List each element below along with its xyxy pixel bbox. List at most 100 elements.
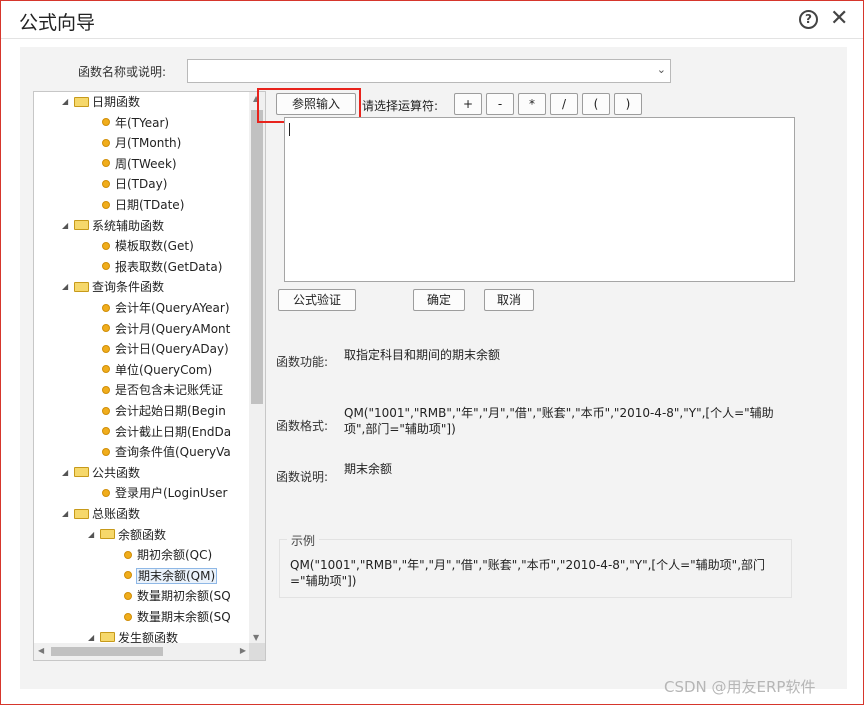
- function-tree: ◢ 日期函数 年(TYear) 月(TMonth) 周(TWeek) 日(TDay) 日期(…: [33, 91, 266, 661]
- tree-leaf[interactable]: 模板取数(Get): [102, 236, 194, 256]
- scroll-right-icon[interactable]: ▶: [240, 646, 246, 655]
- op-rparen-button[interactable]: ): [614, 93, 642, 115]
- dialog-body: 函数名称或说明: ⌄ ◢ 日期函数 年(TYear) 月(TMonth) 周(TWeek…: [20, 47, 847, 689]
- tree-folder[interactable]: ◢ 总账函数: [62, 504, 140, 524]
- tree-leaf[interactable]: 登录用户(LoginUser: [102, 483, 227, 503]
- function-purpose-value: 取指定科目和期间的期末余额: [344, 348, 501, 362]
- expand-triangle-icon[interactable]: ◢: [62, 277, 74, 297]
- tree-leaf[interactable]: 会计截止日期(EndDa: [102, 422, 231, 442]
- tree-leaf[interactable]: 期末余额(QM): [124, 566, 218, 586]
- tree-item-label: 期初余额(QC): [137, 548, 213, 563]
- tree-item-label: 日(TDay): [115, 177, 168, 192]
- example-text: QM("1001","RMB","年","月","借","账套","本币","2…: [290, 558, 766, 588]
- search-label: 函数名称或说明:: [78, 65, 167, 79]
- tree-leaf[interactable]: 会计起始日期(Begin: [102, 401, 226, 421]
- close-icon[interactable]: ✕: [830, 6, 848, 32]
- function-dot-icon: [102, 344, 110, 353]
- tree-item-label: 总账函数: [92, 507, 141, 521]
- verify-formula-button[interactable]: 公式验证: [278, 289, 356, 311]
- expand-triangle-icon[interactable]: ◢: [62, 216, 74, 236]
- tree-folder[interactable]: ◢ 系统辅助函数: [62, 216, 164, 236]
- tree-leaf[interactable]: 报表取数(GetData): [102, 257, 222, 277]
- operator-label: 请选择运算符:: [362, 99, 439, 113]
- op-divide-button[interactable]: /: [550, 93, 578, 115]
- watermark: CSDN @用友ERP软件: [664, 678, 816, 696]
- tree-leaf[interactable]: 日期(TDate): [102, 195, 184, 215]
- function-search-select[interactable]: ⌄: [187, 59, 671, 83]
- function-dot-icon: [102, 427, 110, 436]
- tree-item-label: 报表取数(GetData): [115, 259, 223, 274]
- tree-leaf[interactable]: 月(TMonth): [102, 133, 181, 153]
- scrollbar-corner: [249, 643, 265, 660]
- tree-item-label: 会计月(QueryAMont: [115, 321, 231, 336]
- expand-triangle-icon[interactable]: ◢: [88, 525, 100, 545]
- function-format-value: QM("1001","RMB","年","月","借","账套","本币","2…: [344, 406, 774, 436]
- tree-leaf[interactable]: 期初余额(QC): [124, 545, 212, 565]
- function-dot-icon: [124, 571, 132, 580]
- tree-leaf[interactable]: 会计年(QueryAYear): [102, 298, 230, 318]
- folder-icon: [100, 632, 115, 643]
- function-dot-icon: [124, 591, 132, 600]
- tree-leaf[interactable]: 数量期末余额(SQ: [124, 607, 231, 627]
- function-dot-icon: [102, 138, 110, 147]
- scroll-thumb[interactable]: [251, 110, 263, 404]
- expand-triangle-icon[interactable]: ◢: [62, 92, 74, 112]
- expand-triangle-icon[interactable]: ◢: [62, 463, 74, 483]
- folder-icon: [74, 281, 89, 292]
- formula-wizard-dialog: 公式向导 ? ✕ 函数名称或说明: ⌄ ◢ 日期函数 年(TYear) 月(TMont…: [0, 0, 864, 705]
- tree-folder[interactable]: ◢ 日期函数: [62, 92, 140, 112]
- op-lparen-button[interactable]: (: [582, 93, 610, 115]
- function-dot-icon: [102, 118, 110, 127]
- function-dot-icon: [102, 324, 110, 333]
- tree-horizontal-scrollbar[interactable]: ◀ ▶: [34, 643, 250, 660]
- function-dot-icon: [102, 262, 110, 271]
- tree-folder[interactable]: ◢ 余额函数: [88, 525, 166, 545]
- tree-item-label: 是否包含未记账凭证: [115, 383, 224, 398]
- tree-leaf[interactable]: 会计日(QueryADay): [102, 339, 229, 359]
- formula-editor[interactable]: [284, 117, 795, 282]
- ok-button[interactable]: 确定: [413, 289, 465, 311]
- function-purpose-label: 函数功能:: [276, 355, 329, 369]
- title-bar: 公式向导 ? ✕: [1, 1, 863, 39]
- tree-item-label: 模板取数(Get): [115, 239, 194, 254]
- tree-leaf[interactable]: 数量期初余额(SQ: [124, 586, 231, 606]
- tree-leaf[interactable]: 会计月(QueryAMont: [102, 319, 230, 339]
- tree-item-label: 系统辅助函数: [92, 218, 165, 233]
- function-dot-icon: [124, 612, 132, 621]
- ref-input-button[interactable]: 参照输入: [276, 93, 356, 115]
- cancel-button[interactable]: 取消: [484, 289, 534, 311]
- tree-item-label: 会计日(QueryADay): [115, 342, 229, 357]
- op-minus-button[interactable]: -: [486, 93, 514, 115]
- tree-leaf[interactable]: 单位(QueryCom): [102, 360, 212, 380]
- tree-leaf[interactable]: 是否包含未记账凭证: [102, 380, 223, 400]
- chevron-down-icon[interactable]: ⌄: [657, 63, 666, 76]
- tree-item-label: 查询条件函数: [92, 280, 165, 295]
- tree-folder[interactable]: ◢ 公共函数: [62, 463, 140, 483]
- tree-leaf[interactable]: 日(TDay): [102, 174, 167, 194]
- tree-item-label: 周(TWeek): [115, 156, 177, 171]
- op-multiply-button[interactable]: *: [518, 93, 546, 115]
- function-dot-icon: [102, 241, 110, 250]
- tree-leaf[interactable]: 查询条件值(QueryVa: [102, 442, 231, 462]
- scroll-down-icon[interactable]: ▼: [253, 633, 259, 642]
- tree-item-label: 月(TMonth): [115, 136, 182, 151]
- tree-folder[interactable]: ◢ 查询条件函数: [62, 277, 164, 297]
- tree-leaf[interactable]: 周(TWeek): [102, 154, 177, 174]
- text-caret: [289, 123, 290, 136]
- function-dot-icon: [102, 303, 110, 312]
- folder-icon: [74, 467, 89, 478]
- dialog-title: 公式向导: [19, 12, 96, 34]
- scroll-left-icon[interactable]: ◀: [38, 646, 44, 655]
- help-icon[interactable]: ?: [799, 10, 818, 29]
- tree-vertical-scrollbar[interactable]: ▲ ▼: [249, 92, 265, 644]
- expand-triangle-icon[interactable]: ◢: [62, 504, 74, 524]
- op-plus-button[interactable]: +: [454, 93, 482, 115]
- tree-item-label: 会计起始日期(Begin: [115, 404, 226, 418]
- example-legend: 示例: [287, 532, 320, 549]
- tree-item-label: 登录用户(LoginUser: [115, 486, 228, 501]
- h-scroll-thumb[interactable]: [51, 647, 163, 656]
- tree-item-label: 余额函数: [118, 527, 167, 542]
- folder-icon: [74, 96, 89, 107]
- function-desc-value: 期末余额: [344, 462, 393, 476]
- tree-leaf[interactable]: 年(TYear): [102, 113, 169, 133]
